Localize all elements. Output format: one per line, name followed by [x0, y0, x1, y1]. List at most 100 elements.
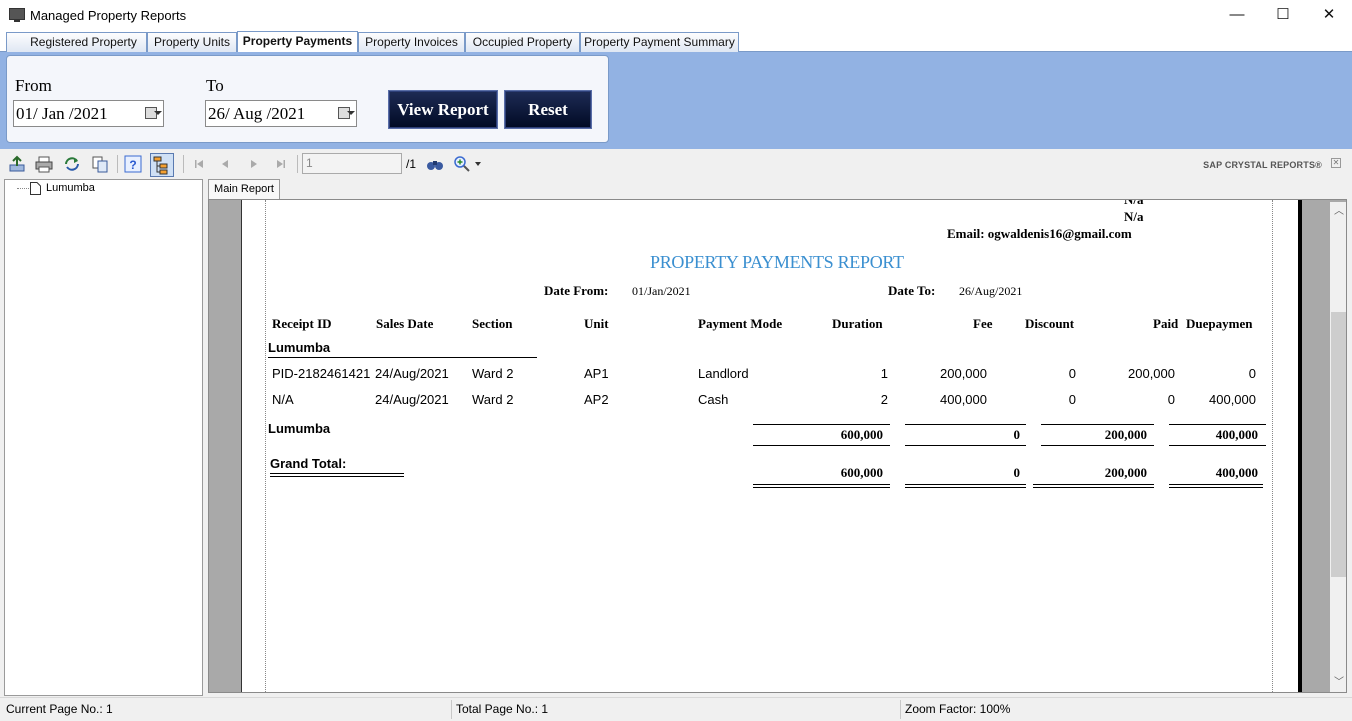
filter-panel: From 01/ Jan /2021 To 26/ Aug /2021 View…: [6, 55, 609, 143]
date-to-value: 26/Aug/2021: [959, 284, 1023, 298]
group-footer-label: Lumumba: [268, 421, 331, 436]
print-icon[interactable]: [35, 155, 53, 173]
cell-unit: AP2: [584, 392, 609, 407]
svg-text:?: ?: [129, 158, 136, 172]
cell-duration: 2: [880, 392, 888, 407]
next-page-icon[interactable]: [245, 155, 263, 173]
to-date-picker[interactable]: 26/ Aug /2021: [205, 100, 357, 127]
first-page-icon[interactable]: [190, 155, 208, 173]
cell-section: Ward 2: [472, 392, 514, 407]
grand-rule: [753, 484, 890, 485]
grand-rule: [1169, 484, 1263, 485]
brand-label: SAP CRYSTAL REPORTS®: [1203, 160, 1322, 170]
total-rule: [905, 424, 1026, 425]
from-date-value: 01/ Jan /2021: [16, 104, 108, 123]
refresh-icon[interactable]: [63, 155, 81, 173]
zoom-icon[interactable]: [453, 155, 471, 173]
toolbar-separator: [117, 155, 118, 173]
report-viewer: N/a N/a Email: ogwaldenis16@gmail.com PR…: [208, 199, 1347, 693]
page-number-input[interactable]: 1: [302, 153, 402, 174]
close-viewer-icon[interactable]: ✕: [1331, 158, 1341, 168]
grand-rule: [905, 487, 1026, 488]
report-page: N/a N/a Email: ogwaldenis16@gmail.com PR…: [241, 199, 1298, 692]
reset-button[interactable]: Reset: [504, 90, 592, 129]
from-label: From: [15, 76, 52, 95]
tab-registered-property[interactable]: Registered Property: [6, 32, 147, 52]
copy-icon[interactable]: [91, 155, 109, 173]
export-icon[interactable]: [8, 155, 26, 173]
scroll-up-icon[interactable]: ︿: [1334, 207, 1344, 217]
tab-property-invoices[interactable]: Property Invoices: [358, 32, 465, 52]
scroll-thumb[interactable]: [1331, 312, 1346, 577]
column-header: Discount: [1025, 316, 1075, 331]
date-from-label: Date From:: [544, 283, 609, 298]
last-page-icon[interactable]: [272, 155, 290, 173]
document-icon: [30, 182, 41, 195]
help-icon[interactable]: ?: [124, 155, 142, 173]
tree-connector: [17, 188, 31, 189]
toolbar-separator: [297, 155, 298, 173]
tree-item-lumumba[interactable]: Lumumba: [46, 182, 95, 194]
header-right-line: N/a: [1124, 209, 1144, 224]
header-right-line: N/a: [1124, 199, 1144, 207]
tab-property-units[interactable]: Property Units: [147, 32, 237, 52]
status-separator: [900, 700, 901, 719]
status-bar: Current Page No.: 1 Total Page No.: 1 Zo…: [0, 697, 1352, 721]
group-total-discount: 0: [1013, 427, 1021, 442]
date-to-label: Date To:: [888, 283, 936, 298]
toolbar-separator: [183, 155, 184, 173]
margin-guide: [265, 200, 266, 692]
group-total-paid: 200,000: [1104, 427, 1147, 442]
chevron-down-icon[interactable]: [475, 162, 481, 166]
minimize-button[interactable]: —: [1214, 0, 1260, 31]
cell-receipt-id: N/A: [272, 392, 294, 407]
vertical-scrollbar[interactable]: ︿ ﹀: [1330, 202, 1346, 692]
from-date-picker[interactable]: 01/ Jan /2021: [13, 100, 164, 127]
margin-guide: [1272, 200, 1273, 692]
cell-fee: 200,000: [940, 366, 987, 381]
grand-rule: [905, 484, 1026, 485]
chevron-down-icon[interactable]: [347, 111, 355, 115]
column-header: Receipt ID: [272, 316, 332, 331]
email-line: Email: ogwaldenis16@gmail.com: [947, 226, 1132, 241]
total-rule: [753, 445, 890, 446]
total-rule: [1041, 424, 1154, 425]
group-total-due: 400,000: [1215, 427, 1258, 442]
scroll-down-icon[interactable]: ﹀: [1334, 678, 1344, 688]
status-separator: [451, 700, 452, 719]
prev-page-icon[interactable]: [216, 155, 234, 173]
cell-payment-mode: Cash: [698, 392, 729, 407]
grand-rule: [1033, 487, 1154, 488]
grand-total-label: Grand Total:: [270, 456, 347, 471]
group-tree-icon[interactable]: [150, 153, 174, 177]
total-rule: [1041, 445, 1154, 446]
tab-property-payments[interactable]: Property Payments: [237, 31, 358, 52]
app-icon: [9, 8, 25, 22]
cell-due: 400,000: [1209, 392, 1256, 407]
grand-total-paid: 200,000: [1104, 465, 1147, 480]
viewer-toolbar: ? 1 /1 SAP CRYSTAL REPORTS® ✕: [0, 150, 1352, 178]
cell-paid: 0: [1167, 392, 1175, 407]
group-underline: [268, 357, 537, 358]
tab-occupied-property[interactable]: Occupied Property: [465, 32, 580, 52]
grand-total-fee: 600,000: [840, 465, 883, 480]
view-report-button[interactable]: View Report: [388, 90, 498, 129]
maximize-button[interactable]: ☐: [1260, 0, 1306, 31]
cell-payment-mode: Landlord: [698, 366, 749, 381]
window-title: Managed Property Reports: [30, 8, 187, 23]
group-header: Lumumba: [268, 340, 331, 355]
cell-sales-date: 24/Aug/2021: [375, 366, 449, 381]
cell-receipt-id: PID-2182461421: [272, 366, 371, 381]
find-icon[interactable]: [426, 155, 444, 173]
tab-main-report[interactable]: Main Report: [208, 179, 280, 199]
total-rule: [753, 424, 890, 425]
chevron-down-icon[interactable]: [154, 111, 162, 115]
total-rule: [905, 445, 1026, 446]
page-total: /1: [406, 157, 417, 171]
grand-total-underline: [270, 476, 404, 477]
cell-sales-date: 24/Aug/2021: [375, 392, 449, 407]
close-button[interactable]: ✕: [1306, 0, 1352, 31]
tab-property-payment-summary[interactable]: Property Payment Summary: [580, 32, 739, 52]
page-edge: [1298, 200, 1302, 692]
group-total-fee: 600,000: [840, 427, 883, 442]
